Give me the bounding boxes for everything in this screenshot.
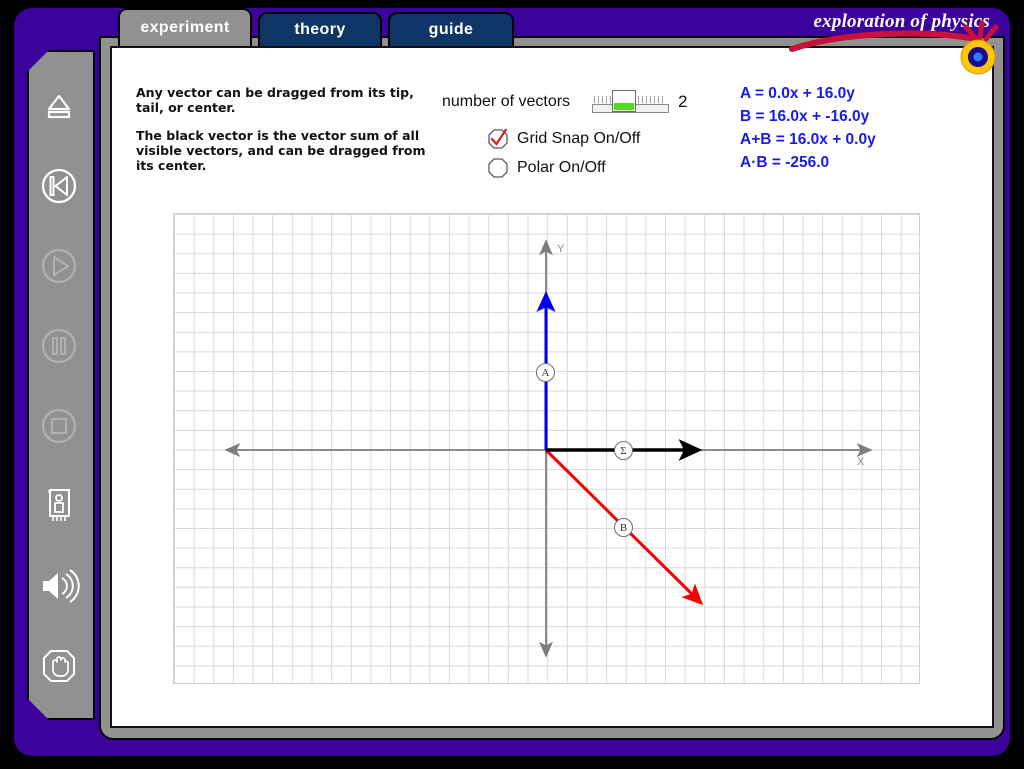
tab-experiment[interactable]: experiment	[118, 8, 252, 46]
checkbox-unchecked-icon	[488, 158, 508, 178]
sidebar-item-notebook[interactable]	[27, 480, 91, 532]
result-line-b: B = 16.0x + -16.0y	[740, 108, 870, 125]
grid-snap-toggle[interactable]: Grid Snap On/Off	[488, 128, 641, 149]
pause-icon	[41, 328, 77, 364]
vector-count-slider[interactable]	[592, 88, 669, 113]
result-line-sum: A+B = 16.0x + 0.0y	[740, 131, 876, 148]
polar-toggle[interactable]: Polar On/Off	[488, 158, 606, 178]
vector-canvas[interactable]: Y X A B Σ	[173, 213, 920, 684]
vector-count-value: 2	[678, 92, 688, 111]
rewind-icon	[41, 168, 77, 204]
sidebar-item-eject[interactable]	[27, 80, 91, 132]
instruction-paragraph-2: The black vector is the vector sum of al…	[136, 128, 426, 173]
sidebar-item-play[interactable]	[27, 240, 91, 292]
sidebar-item-sound[interactable]	[27, 560, 91, 612]
slider-thumb-fill	[614, 103, 634, 110]
tab-theory-label: theory	[294, 21, 346, 38]
result-readout: A = 0.0x + 16.0y B = 16.0x + -16.0y A+B …	[740, 82, 876, 174]
polar-checkbox[interactable]	[488, 158, 508, 178]
sound-icon	[43, 569, 80, 603]
application-window: experiment theory guide exploration of p…	[0, 0, 1024, 769]
result-line-dot: A·B = -256.0	[740, 154, 830, 171]
tab-experiment-label: experiment	[140, 19, 230, 36]
sidebar-item-rewind[interactable]	[27, 160, 91, 212]
result-line-a: A = 0.0x + 16.0y	[740, 85, 855, 102]
grid-snap-checkbox[interactable]	[488, 128, 508, 149]
vector-plot[interactable]	[173, 213, 920, 684]
play-icon	[41, 248, 77, 284]
tab-guide-label: guide	[428, 21, 474, 38]
hand-icon	[43, 650, 75, 682]
tab-guide[interactable]: guide	[388, 12, 514, 46]
notebook-icon	[47, 488, 70, 521]
y-axis-label: Y	[557, 243, 565, 255]
instruction-paragraph-1: Any vector can be dragged from its tip, …	[136, 85, 414, 115]
stop-icon	[41, 408, 77, 444]
tab-bar: experiment theory guide	[118, 8, 520, 46]
vector-handle-b[interactable]: B	[614, 518, 633, 537]
checkbox-checked-icon	[488, 128, 508, 149]
sidebar-toolbar	[27, 50, 91, 716]
sidebar-item-hand[interactable]	[27, 640, 91, 692]
vector-handle-a[interactable]: A	[536, 363, 555, 382]
tab-theory[interactable]: theory	[258, 12, 382, 46]
eject-icon	[47, 94, 71, 119]
brand-title: exploration of physics	[813, 11, 990, 32]
sidebar-item-pause[interactable]	[27, 320, 91, 372]
x-axis-label: X	[857, 456, 865, 468]
grid-snap-label: Grid Snap On/Off	[517, 130, 641, 147]
vector-count-label: number of vectors	[442, 93, 571, 110]
polar-label: Polar On/Off	[517, 159, 606, 176]
instructions: Any vector can be dragged from its tip, …	[136, 85, 426, 186]
sidebar-item-stop[interactable]	[27, 400, 91, 452]
vector-handle-sum[interactable]: Σ	[614, 441, 633, 460]
slider-thumb[interactable]	[612, 90, 636, 112]
